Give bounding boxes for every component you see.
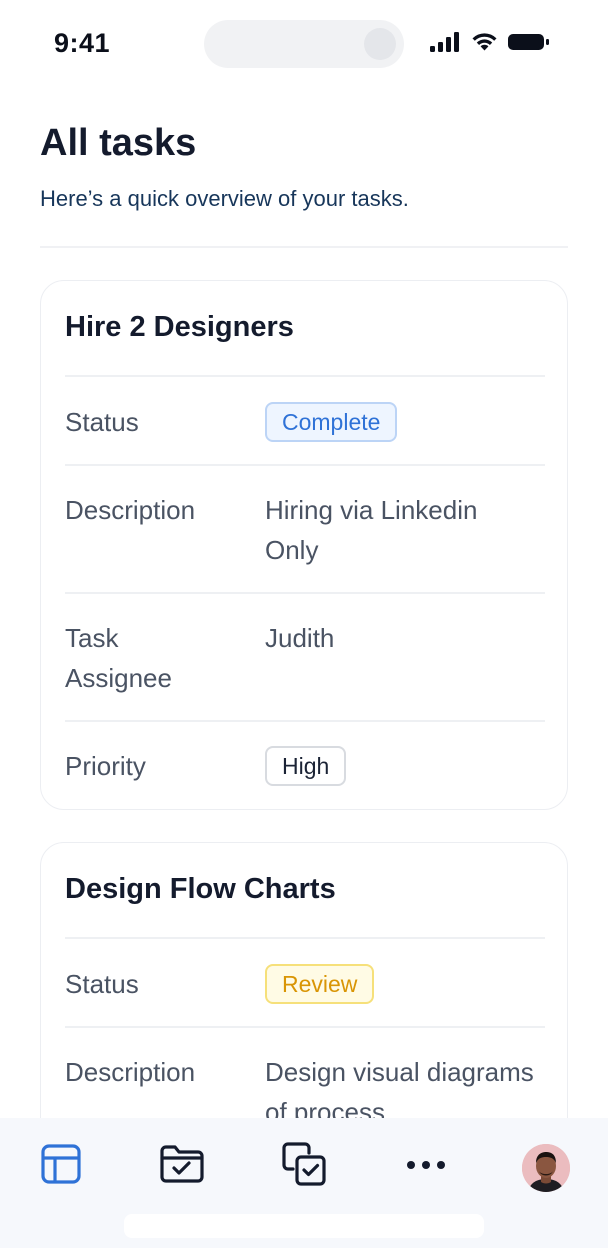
status-badge: Review: [265, 964, 375, 1004]
wifi-icon: [471, 32, 498, 57]
bottom-navigation: [0, 1118, 608, 1248]
row-divider: [65, 1026, 545, 1028]
home-indicator: [124, 1214, 484, 1238]
copy-check-icon: [281, 1141, 327, 1192]
priority-badge: High: [265, 746, 347, 786]
task-title: Hire 2 Designers: [65, 311, 294, 343]
system-icons: [430, 31, 550, 57]
priority-label: Priority: [65, 751, 146, 781]
cellular-signal-icon: [430, 31, 461, 57]
dynamic-island: [204, 20, 404, 68]
status-label: Status: [65, 407, 139, 437]
row-divider: [65, 937, 545, 939]
nav-more-button[interactable]: [402, 1142, 450, 1190]
folder-check-icon: [159, 1143, 205, 1190]
more-icon: [406, 1157, 446, 1175]
header-divider: [40, 246, 568, 248]
row-divider: [65, 720, 545, 722]
description-value: Hiring via Linkedin Only: [265, 495, 478, 565]
task-title: Design Flow Charts: [65, 873, 336, 905]
page-subtitle: Here’s a quick overview of your tasks.: [40, 186, 409, 211]
description-label: Description: [65, 1057, 196, 1087]
assignee-label: Task Assignee: [65, 623, 172, 693]
all-tasks-screen: 9:41 All tasks Here’s a quick overview o…: [0, 0, 608, 1248]
row-divider: [65, 464, 545, 466]
row-divider: [65, 375, 545, 377]
description-label: Description: [65, 495, 196, 525]
row-divider: [65, 592, 545, 594]
camera-dot: [364, 28, 396, 60]
avatar[interactable]: [522, 1144, 570, 1192]
page-title: All tasks: [40, 122, 197, 164]
layout-icon: [40, 1143, 82, 1190]
status-time: 9:41: [54, 28, 111, 58]
nav-projects-button[interactable]: [158, 1142, 206, 1190]
status-bar: 9:41: [0, 0, 608, 90]
nav-layout-button[interactable]: [37, 1142, 85, 1190]
battery-icon: [508, 32, 550, 57]
assignee-value: Judith: [265, 623, 335, 653]
nav-tasks-button[interactable]: [280, 1141, 328, 1192]
status-label: Status: [65, 969, 139, 999]
task-card[interactable]: Hire 2 Designers Status Complete Descrip…: [40, 280, 568, 810]
status-badge: Complete: [265, 402, 398, 442]
